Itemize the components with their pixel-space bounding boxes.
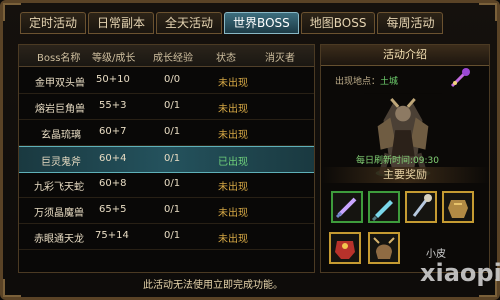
level-growth: 75+14: [95, 230, 129, 241]
table-row[interactable]: 金甲双头兽 50+10 0/0 未出现: [19, 68, 314, 94]
watermark-small: 小皮: [426, 249, 446, 260]
table-row[interactable]: 万须晶魔兽 65+5 0/1 未出现: [19, 198, 314, 224]
corner-ornament: [3, 3, 21, 21]
level-growth: 55+3: [99, 100, 127, 111]
tab-map-boss[interactable]: 地图BOSS: [300, 12, 376, 34]
boss-name: 熔岩巨角兽: [35, 104, 85, 115]
notice-text: 此活动无法使用立即完成功能。: [143, 280, 283, 291]
level-growth: 60+4: [99, 153, 127, 164]
boss-name: 玄晶琉璃: [41, 130, 81, 141]
watermark: xiaopi: [420, 259, 500, 287]
activity-info-panel: 活动介绍 出现地点：土城 每日刷新时间:09:30 主要奖励: [320, 44, 490, 273]
location-name: 土城: [380, 77, 399, 87]
helmet-icon: [373, 237, 395, 259]
reward-item[interactable]: [331, 191, 363, 223]
header-growth-exp: 成长经验: [153, 53, 193, 64]
growth-exp: 0/1: [164, 230, 181, 241]
activity-title: 活动介绍: [321, 45, 489, 66]
table-row[interactable]: 赤眼通天龙 75+14 0/1 未出现: [19, 224, 314, 250]
growth-exp: 0/0: [164, 74, 181, 85]
staff-icon: [412, 194, 432, 217]
spawn-location: 出现地点：土城: [335, 74, 398, 87]
reward-title: 主要奖励: [321, 167, 489, 183]
level-growth: 50+10: [96, 74, 130, 85]
table-row[interactable]: 熔岩巨角兽 55+3 0/1 未出现: [19, 94, 314, 120]
corner-ornament: [3, 279, 21, 297]
header-boss-name: Boss名称: [37, 53, 81, 64]
activity-tabs: 定时活动 日常副本 全天活动 世界BOSS 地图BOSS 每周活动: [20, 12, 488, 36]
tab-daily-dungeons[interactable]: 日常副本: [88, 12, 155, 34]
growth-exp: 0/1: [164, 126, 181, 137]
reward-item[interactable]: [405, 191, 437, 223]
status-text: 未出现: [218, 208, 248, 219]
header-status: 状态: [216, 53, 236, 64]
blade-icon: [371, 200, 393, 222]
status-text: 未出现: [218, 234, 248, 245]
magic-wand-icon[interactable]: [449, 67, 473, 91]
status-text: 已出现: [218, 157, 248, 168]
reward-item[interactable]: [368, 191, 400, 223]
boss-name: 金甲双头兽: [35, 78, 85, 89]
boss-name: 九彩飞天蛇: [34, 182, 84, 193]
status-text: 未出现: [218, 78, 248, 89]
status-text: 未出现: [218, 182, 248, 193]
tab-all-day-activities[interactable]: 全天活动: [156, 12, 223, 34]
boss-name: 赤眼通天龙: [34, 234, 84, 245]
location-label: 出现地点：: [335, 77, 381, 87]
growth-exp: 0/1: [164, 153, 181, 164]
table-row-selected[interactable]: 巨灵鬼斧 60+4 0/1 已出现: [19, 146, 314, 173]
level-growth: 60+7: [99, 126, 127, 137]
boss-name: 万须晶魔兽: [34, 208, 84, 219]
reward-item[interactable]: [368, 232, 400, 264]
boss-table: Boss名称 等级/成长 成长经验 状态 消灭者 金甲双头兽 50+10 0/0…: [18, 44, 315, 273]
growth-exp: 0/1: [164, 178, 181, 189]
growth-exp: 0/1: [164, 204, 181, 215]
level-growth: 65+5: [99, 204, 127, 215]
header-killer: 消灭者: [265, 53, 295, 64]
reward-item[interactable]: [442, 191, 474, 223]
red-armor-icon: [335, 241, 355, 259]
armor-icon: [448, 200, 468, 218]
status-text: 未出现: [218, 130, 248, 141]
table-row[interactable]: 玄晶琉璃 60+7 0/1 未出现: [19, 120, 314, 146]
table-header: Boss名称 等级/成长 成长经验 状态 消灭者: [19, 45, 314, 67]
level-growth: 60+8: [99, 178, 127, 189]
growth-exp: 0/1: [164, 100, 181, 111]
refresh-time: 每日刷新时间:09:30: [356, 156, 439, 166]
table-row[interactable]: 九彩飞天蛇 60+8 0/1 未出现: [19, 172, 314, 198]
reward-item[interactable]: [329, 232, 361, 264]
header-level-growth: 等级/成长: [92, 53, 136, 64]
tab-world-boss[interactable]: 世界BOSS: [224, 12, 299, 34]
tab-weekly-activities[interactable]: 每周活动: [377, 12, 444, 34]
boss-name: 巨灵鬼斧: [41, 157, 81, 168]
sword-icon: [335, 197, 357, 219]
tab-timed-activities[interactable]: 定时活动: [20, 12, 87, 34]
status-text: 未出现: [218, 104, 248, 115]
